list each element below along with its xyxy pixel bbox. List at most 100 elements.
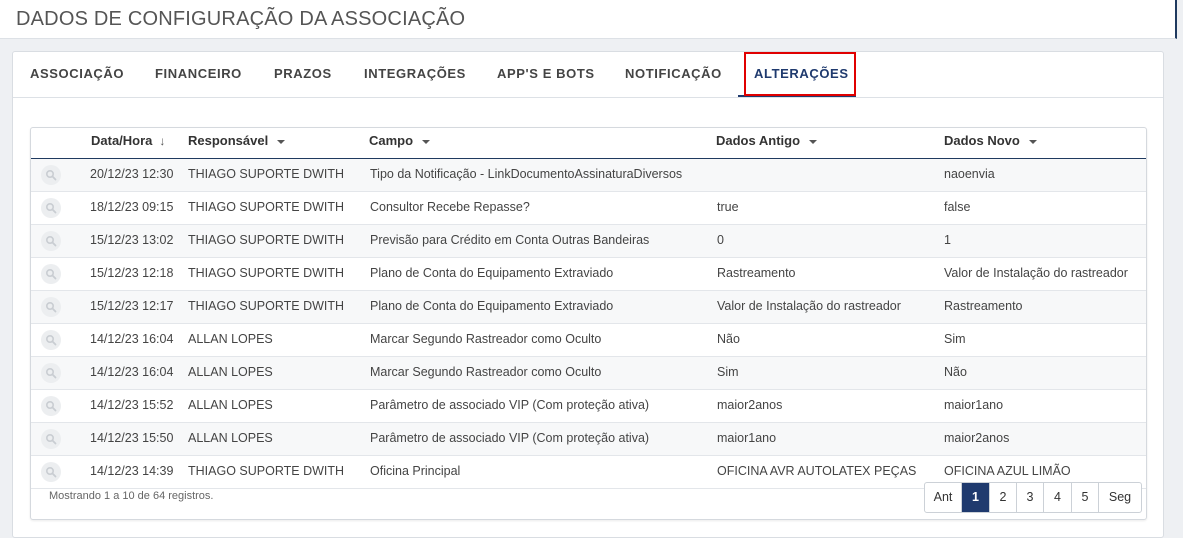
- cell-old-value: maior2anos: [717, 398, 783, 412]
- arrow-down-icon: ↓: [159, 134, 166, 148]
- cell-old-value: Rastreamento: [717, 266, 796, 280]
- cell-field: Plano de Conta do Equipamento Extraviado: [370, 266, 614, 280]
- cell-old-value: OFICINA AVR AUTOLATEX PEÇAS: [717, 464, 917, 478]
- view-details-button[interactable]: [41, 396, 61, 416]
- view-details-button[interactable]: [41, 462, 61, 482]
- pagination-prev-button[interactable]: Ant: [925, 483, 962, 512]
- table-row: 14/12/23 15:52 ALLAN LOPES Parâmetro de as…: [31, 390, 1146, 423]
- tab-financeiro[interactable]: FINANCEIRO: [155, 52, 242, 97]
- cell-datetime: 18/12/23 09:15: [90, 200, 174, 214]
- cell-datetime: 15/12/23 13:02: [90, 233, 174, 247]
- caret-down-icon: [1028, 139, 1037, 144]
- cell-new-value: maior1ano: [944, 398, 1004, 412]
- caret-down-icon: [809, 139, 818, 144]
- column-datetime[interactable]: Data/Hora ↓: [91, 128, 165, 156]
- tab-bar: ASSOCIAÇÃO FINANCEIRO PRAZOS INTEGRAÇÕES…: [13, 52, 1163, 98]
- cell-datetime: 14/12/23 14:39: [90, 464, 174, 478]
- cell-field: Consultor Recebe Repasse?: [370, 200, 530, 214]
- view-details-button[interactable]: [41, 297, 61, 317]
- view-details-button[interactable]: [41, 264, 61, 284]
- caret-down-icon: [422, 139, 431, 144]
- tab-highlight-box: [744, 52, 856, 96]
- search-icon: [45, 268, 57, 280]
- cell-datetime: 14/12/23 15:52: [90, 398, 174, 412]
- table-row: 15/12/23 12:17 THIAGO SUPORTE DWITH Plano …: [31, 291, 1146, 324]
- cell-user: THIAGO SUPORTE DWITH: [188, 233, 345, 247]
- cell-new-value: naoenvia: [944, 167, 995, 181]
- search-icon: [45, 466, 57, 478]
- pagination-page-2[interactable]: 2: [990, 483, 1017, 512]
- cell-datetime: 14/12/23 15:50: [90, 431, 174, 445]
- column-user[interactable]: Responsável: [188, 128, 286, 156]
- pagination-page-5[interactable]: 5: [1072, 483, 1099, 512]
- cell-old-value: true: [717, 200, 739, 214]
- cell-old-value: maior1ano: [717, 431, 777, 445]
- cell-user: ALLAN LOPES: [188, 398, 273, 412]
- column-new-value[interactable]: Dados Novo: [944, 128, 1037, 156]
- table-row: 14/12/23 16:04 ALLAN LOPES Marcar Segundo …: [31, 324, 1146, 357]
- table-body: 20/12/23 12:30 THIAGO SUPORTE DWITH Tipo d…: [31, 159, 1146, 489]
- cell-new-value: 1: [944, 233, 951, 247]
- search-icon: [45, 202, 57, 214]
- tab-notificacao[interactable]: NOTIFICAÇÃO: [625, 52, 722, 97]
- page-title: DADOS DE CONFIGURAÇÃO DA ASSOCIAÇÃO: [16, 8, 466, 30]
- page-header: DADOS DE CONFIGURAÇÃO DA ASSOCIAÇÃO: [0, 0, 1177, 39]
- view-details-button[interactable]: [41, 165, 61, 185]
- column-old-value[interactable]: Dados Antigo: [716, 128, 818, 156]
- cell-new-value: Sim: [944, 332, 966, 346]
- cell-user: THIAGO SUPORTE DWITH: [188, 200, 345, 214]
- tab-prazos[interactable]: PRAZOS: [274, 52, 332, 97]
- view-details-button[interactable]: [41, 330, 61, 350]
- cell-datetime: 15/12/23 12:18: [90, 266, 174, 280]
- table-row: 14/12/23 16:04 ALLAN LOPES Marcar Segundo …: [31, 357, 1146, 390]
- cell-field: Previsão para Crédito em Conta Outras Ba…: [370, 233, 650, 247]
- search-icon: [45, 301, 57, 313]
- table-row: 15/12/23 13:02 THIAGO SUPORTE DWITH Previs…: [31, 225, 1146, 258]
- cell-old-value: 0: [717, 233, 724, 247]
- cell-user: ALLAN LOPES: [188, 365, 273, 379]
- cell-field: Plano de Conta do Equipamento Extraviado: [370, 299, 614, 313]
- config-panel: ASSOCIAÇÃO FINANCEIRO PRAZOS INTEGRAÇÕES…: [12, 51, 1164, 538]
- cell-new-value: false: [944, 200, 971, 214]
- tab-associacao[interactable]: ASSOCIAÇÃO: [30, 52, 124, 97]
- table-header: Data/Hora ↓ Responsável Campo Dados Antig…: [31, 128, 1146, 160]
- cell-field: Oficina Principal: [370, 464, 461, 478]
- column-field[interactable]: Campo: [369, 128, 431, 156]
- search-icon: [45, 433, 57, 445]
- tab-integracoes[interactable]: INTEGRAÇÕES: [364, 52, 466, 97]
- search-icon: [45, 334, 57, 346]
- cell-datetime: 15/12/23 12:17: [90, 299, 174, 313]
- search-icon: [45, 169, 57, 181]
- cell-old-value: Valor de Instalação do rastreador: [717, 299, 901, 313]
- cell-datetime: 14/12/23 16:04: [90, 332, 174, 346]
- cell-field: Parâmetro de associado VIP (Com proteção…: [370, 431, 650, 445]
- cell-datetime: 20/12/23 12:30: [90, 167, 174, 181]
- view-details-button[interactable]: [41, 363, 61, 383]
- search-icon: [45, 400, 57, 412]
- pagination: Ant 1 2 3 4 5 Seg: [924, 482, 1142, 513]
- view-details-button[interactable]: [41, 429, 61, 449]
- pagination-next-button[interactable]: Seg: [1099, 483, 1141, 512]
- cell-field: Marcar Segundo Rastreador como Oculto: [370, 332, 602, 346]
- pagination-page-4[interactable]: 4: [1044, 483, 1072, 512]
- cell-new-value: Valor de Instalação do rastreador: [944, 266, 1128, 280]
- pagination-page-1[interactable]: 1: [962, 483, 990, 512]
- pagination-page-3[interactable]: 3: [1017, 483, 1044, 512]
- tab-apps-e-bots[interactable]: APP'S E BOTS: [497, 52, 595, 97]
- cell-user: THIAGO SUPORTE DWITH: [188, 299, 345, 313]
- cell-user: ALLAN LOPES: [188, 431, 273, 445]
- cell-user: ALLAN LOPES: [188, 332, 273, 346]
- cell-user: THIAGO SUPORTE DWITH: [188, 167, 345, 181]
- view-details-button[interactable]: [41, 198, 61, 218]
- caret-down-icon: [277, 139, 286, 144]
- table-row: 18/12/23 09:15 THIAGO SUPORTE DWITH Consul…: [31, 192, 1146, 225]
- cell-new-value: Rastreamento: [944, 299, 1023, 313]
- view-details-button[interactable]: [41, 231, 61, 251]
- table-row: 15/12/23 12:18 THIAGO SUPORTE DWITH Plano …: [31, 258, 1146, 291]
- cell-datetime: 14/12/23 16:04: [90, 365, 174, 379]
- cell-old-value: Não: [717, 332, 740, 346]
- cell-field: Parâmetro de associado VIP (Com proteção…: [370, 398, 650, 412]
- cell-field: Marcar Segundo Rastreador como Oculto: [370, 365, 602, 379]
- changes-table: Data/Hora ↓ Responsável Campo Dados Antig…: [30, 127, 1147, 520]
- search-icon: [45, 367, 57, 379]
